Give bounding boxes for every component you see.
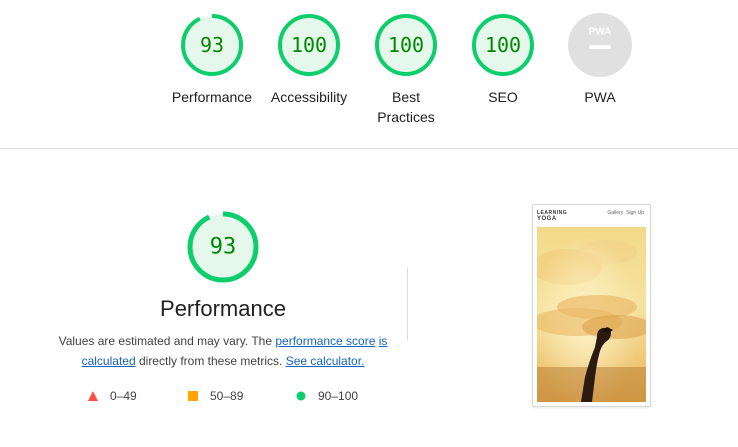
accessibility-score: 100 <box>291 33 327 57</box>
thumbnail-nav-gallery: Gallery <box>607 210 624 216</box>
gauge-performance[interactable]: 93 Performance <box>164 13 260 107</box>
performance-score-link[interactable]: performance score <box>275 334 375 348</box>
legend-pass-range: 90–100 <box>318 389 359 403</box>
performance-score: 93 <box>200 33 224 57</box>
gauge-pwa[interactable]: PWA PWA <box>552 13 648 107</box>
seo-score: 100 <box>485 33 521 57</box>
vertical-divider <box>407 268 408 340</box>
pwa-badge-icon: PWA <box>568 13 632 77</box>
score-legend: 0–49 50–89 90–100 <box>0 389 450 405</box>
triangle-fail-icon <box>88 391 98 401</box>
performance-main-gauge: 93 <box>186 210 260 289</box>
thumbnail-logo: LEARNING YOGA <box>537 210 567 222</box>
gauge-label-pwa: PWA <box>584 89 616 105</box>
pwa-badge-text: PWA <box>589 27 612 38</box>
gauge-label-seo: SEO <box>488 89 518 105</box>
final-screenshot-thumbnail[interactable]: LEARNING YOGA Gallery Sign Up <box>532 204 651 407</box>
gauge-label-accessibility: Accessibility <box>270 89 348 105</box>
performance-main-ring: 93 <box>187 211 259 283</box>
seo-score-ring: 100 <box>472 14 534 76</box>
thumbnail-nav-signup: Sign Up <box>626 210 644 216</box>
gauge-best-practices[interactable]: 100 Best Practices <box>358 13 454 127</box>
performance-main-score: 93 <box>210 235 237 260</box>
circle-pass-icon <box>296 391 306 401</box>
legend-average: 50–89 <box>188 389 243 403</box>
performance-title: Performance <box>160 296 286 321</box>
thumbnail-nav: Gallery Sign Up <box>604 210 644 216</box>
see-calculator-link[interactable]: See calculator. <box>286 354 365 368</box>
section-divider <box>0 148 738 149</box>
desc-text-prefix: Values are estimated and may vary. The <box>58 334 276 348</box>
legend-pass: 90–100 <box>296 389 358 403</box>
best-practices-score: 100 <box>388 33 424 57</box>
gauge-label-performance: Performance <box>171 89 253 105</box>
accessibility-score-ring: 100 <box>278 14 340 76</box>
category-summary: 93 Performance 100 Accessibility 100 Bes… <box>0 0 738 148</box>
gauge-accessibility[interactable]: 100 Accessibility <box>261 13 357 107</box>
square-average-icon <box>188 391 198 401</box>
logo-line-2: YOGA <box>537 216 557 222</box>
legend-fail: 0–49 <box>88 389 137 403</box>
gauge-seo[interactable]: 100 SEO <box>455 13 551 107</box>
performance-score-ring: 93 <box>181 14 243 76</box>
performance-description: Values are estimated and may vary. The p… <box>56 331 390 371</box>
legend-average-range: 50–89 <box>210 389 244 403</box>
gauge-label-best-practices: Best Practices <box>377 89 435 125</box>
yoga-hero-image <box>537 227 646 402</box>
legend-fail-range: 0–49 <box>110 389 137 403</box>
best-practices-score-ring: 100 <box>375 14 437 76</box>
thumbnail-header: LEARNING YOGA Gallery Sign Up <box>533 205 650 227</box>
desc-text-middle: directly from these metrics. <box>135 354 286 368</box>
